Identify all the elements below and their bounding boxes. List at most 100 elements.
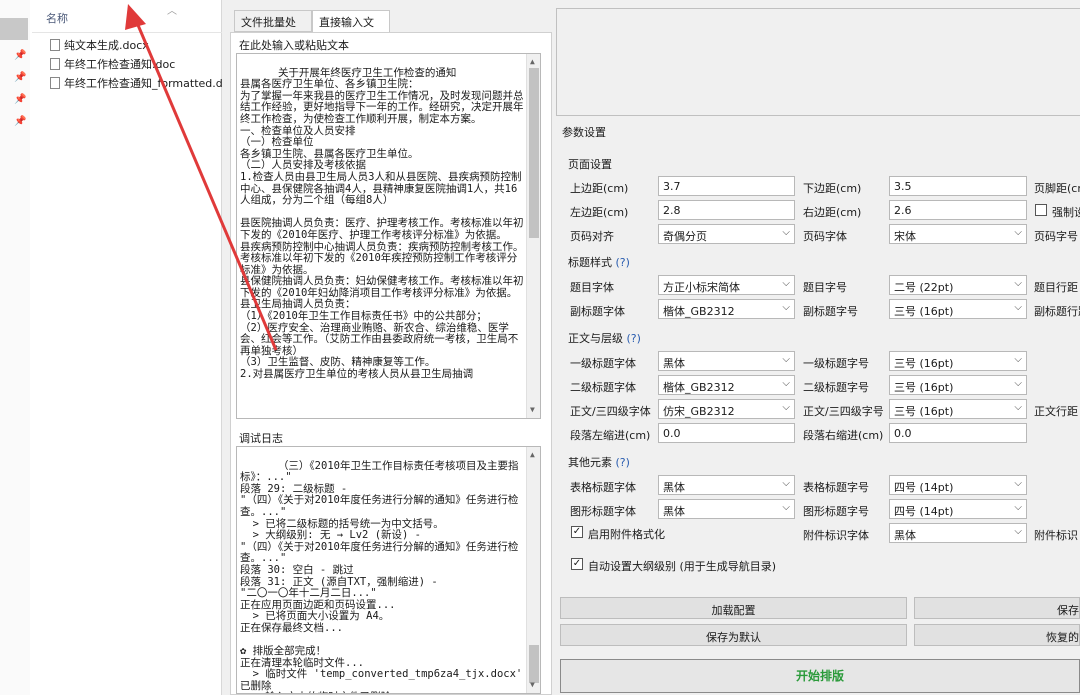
- pin-icon[interactable]: 📌: [14, 94, 26, 105]
- pagenum-font-label: 页码字体: [803, 230, 847, 243]
- file-explorer: 📌 📌 📌 📌 名称 ︿ 纯文本生成.docx 年终工作检查通知.doc 年终工…: [0, 0, 222, 695]
- settings-panel: 参数设置 页面设置 上边距(cm) 3.7 下边距(cm) 3.5 页脚距(cm…: [556, 8, 1080, 695]
- title-size-select[interactable]: 二号 (22pt) ⌵: [889, 275, 1027, 295]
- body-size-label: 正文/三四级字号: [803, 405, 884, 418]
- save-default-button[interactable]: 保存为默认: [560, 624, 907, 646]
- pin-icon[interactable]: 📌: [14, 50, 26, 61]
- title-font-label: 题目字体: [570, 281, 614, 294]
- bottom-margin-label: 下边距(cm): [803, 182, 862, 195]
- body-font-label: 正文/三四级字体: [570, 405, 651, 418]
- select-value: 三号 (16pt): [894, 305, 954, 318]
- heading-style-label: 标题样式: [568, 256, 612, 269]
- h1-size-select[interactable]: 三号 (16pt) ⌵: [889, 351, 1027, 371]
- text-input-area[interactable]: 关于开展年终医疗卫生工作检查的通知 县属各医疗卫生单位、各乡镇卫生院： 为了掌握…: [236, 53, 541, 419]
- force-setting-checkbox[interactable]: [1035, 204, 1047, 216]
- select-value: 楷体_GB2312: [663, 305, 735, 318]
- h2-font-select[interactable]: 楷体_GB2312 ⌵: [658, 375, 795, 395]
- table-font-label: 表格标题字体: [570, 481, 636, 494]
- tab-direct-input[interactable]: 直接输入文本: [312, 10, 390, 45]
- right-margin-input[interactable]: 2.6: [889, 200, 1027, 220]
- h2-size-select[interactable]: 三号 (16pt) ⌵: [889, 375, 1027, 395]
- select-value: 黑体: [663, 505, 685, 518]
- file-item[interactable]: 年终工作检查通知_formatted.docx: [50, 75, 222, 93]
- log-scrollbar[interactable]: ▲ ▼: [526, 447, 540, 693]
- chevron-down-icon: ⌵: [1014, 354, 1022, 365]
- h1-font-label: 一级标题字体: [570, 357, 636, 370]
- subtitle-font-select[interactable]: 楷体_GB2312 ⌵: [658, 299, 795, 319]
- figure-size-select[interactable]: 四号 (14pt) ⌵: [889, 499, 1027, 519]
- document-icon: [50, 58, 60, 70]
- left-margin-input[interactable]: 2.8: [658, 200, 795, 220]
- start-format-button[interactable]: 开始排版: [560, 659, 1080, 693]
- file-name: 年终工作检查通知_formatted.docx: [64, 77, 222, 90]
- body-font-select[interactable]: 仿宋_GB2312 ⌵: [658, 399, 795, 419]
- document-icon: [50, 39, 60, 51]
- select-value: 四号 (14pt): [894, 481, 954, 494]
- top-margin-input[interactable]: 3.7: [658, 176, 795, 196]
- subtitle-size-select[interactable]: 三号 (16pt) ⌵: [889, 299, 1027, 319]
- right-indent-input[interactable]: 0.0: [889, 423, 1027, 443]
- body-size-select[interactable]: 三号 (16pt) ⌵: [889, 399, 1027, 419]
- help-icon[interactable]: (?): [616, 456, 630, 469]
- chevron-down-icon: ⌵: [782, 478, 790, 489]
- name-column-header[interactable]: 名称 ︿: [32, 0, 222, 33]
- bottom-margin-input[interactable]: 3.5: [889, 176, 1027, 196]
- pin-icon[interactable]: 📌: [14, 116, 26, 127]
- outline-checkbox[interactable]: ✓: [571, 558, 583, 570]
- chevron-down-icon: ⌵: [1014, 478, 1022, 489]
- select-value: 三号 (16pt): [894, 357, 954, 370]
- scroll-down-icon[interactable]: ▼: [530, 679, 535, 691]
- pagenum-align-label: 页码对齐: [570, 230, 614, 243]
- title-size-label: 题目字号: [803, 281, 847, 294]
- scroll-thumb[interactable]: [529, 645, 539, 683]
- table-font-select[interactable]: 黑体 ⌵: [658, 475, 795, 495]
- file-name: 纯文本生成.docx: [64, 39, 149, 52]
- file-item[interactable]: 纯文本生成.docx: [50, 37, 222, 55]
- table-size-select[interactable]: 四号 (14pt) ⌵: [889, 475, 1027, 495]
- figure-font-select[interactable]: 黑体 ⌵: [658, 499, 795, 519]
- select-value: 四号 (14pt): [894, 505, 954, 518]
- title-spacing-label: 题目行距: [1034, 281, 1078, 294]
- restore-button[interactable]: 恢复的: [914, 624, 1080, 646]
- chevron-down-icon: ⌵: [782, 278, 790, 289]
- chevron-down-icon: ⌵: [782, 354, 790, 365]
- preview-area: [556, 8, 1080, 116]
- select-value: 黑体: [894, 529, 916, 542]
- h1-font-select[interactable]: 黑体 ⌵: [658, 351, 795, 371]
- chevron-down-icon: ⌵: [1014, 526, 1022, 537]
- scroll-up-icon[interactable]: ▲: [530, 56, 535, 68]
- debug-log-area[interactable]: （三）《2010年卫生工作目标责任考核项目及主要指标》：..." 段落 29: …: [236, 446, 541, 694]
- table-size-label: 表格标题字号: [803, 481, 869, 494]
- scroll-up-icon[interactable]: ▲: [530, 449, 535, 461]
- quick-access-bar: 📌 📌 📌 📌: [0, 0, 30, 695]
- right-margin-label: 右边距(cm): [803, 206, 862, 219]
- help-icon[interactable]: (?): [627, 332, 641, 345]
- document-icon: [50, 77, 60, 89]
- select-value: 黑体: [663, 481, 685, 494]
- tab-batch-files[interactable]: 文件批量处理: [234, 10, 312, 45]
- scroll-down-icon[interactable]: ▼: [530, 404, 535, 416]
- subtitle-spacing-label: 副标题行距: [1034, 305, 1080, 318]
- input-scrollbar[interactable]: ▲ ▼: [526, 54, 540, 418]
- left-indent-label: 段落左缩进(cm): [570, 429, 651, 442]
- pagenum-font-select[interactable]: 宋体 ⌵: [889, 224, 1027, 244]
- chevron-down-icon: ⌵: [1014, 302, 1022, 313]
- attach-enable-checkbox[interactable]: ✓: [571, 526, 583, 538]
- left-indent-input[interactable]: 0.0: [658, 423, 795, 443]
- quick-access-highlight: [0, 18, 28, 40]
- heading-style-title: 标题样式 (?): [568, 254, 630, 270]
- file-item[interactable]: 年终工作检查通知.doc: [50, 56, 222, 74]
- help-icon[interactable]: (?): [616, 256, 630, 269]
- figure-font-label: 图形标题字体: [570, 505, 636, 518]
- attach-font-select[interactable]: 黑体 ⌵: [889, 523, 1027, 543]
- chevron-down-icon: ⌵: [782, 502, 790, 513]
- title-font-select[interactable]: 方正小标宋简体 ⌵: [658, 275, 795, 295]
- body-level-title: 正文与层级 (?): [568, 330, 641, 346]
- scroll-thumb[interactable]: [529, 68, 539, 238]
- save-config-button[interactable]: 保存: [914, 597, 1080, 619]
- pagenum-align-select[interactable]: 奇偶分页 ⌵: [658, 224, 795, 244]
- chevron-down-icon: ⌵: [782, 227, 790, 238]
- chevron-down-icon: ⌵: [1014, 227, 1022, 238]
- pin-icon[interactable]: 📌: [14, 72, 26, 83]
- load-config-button[interactable]: 加载配置: [560, 597, 907, 619]
